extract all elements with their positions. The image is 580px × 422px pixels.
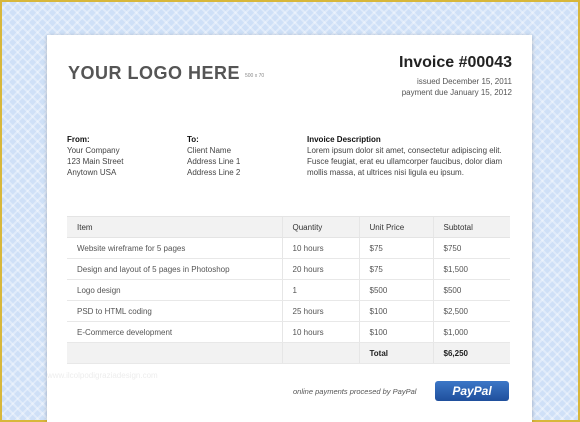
item-cell: Logo design [67,279,282,301]
unit-price-cell: $100 [358,300,433,322]
item-cell: E-Commerce development [67,321,282,343]
table-row: PSD to HTML coding 25 hours $100 $2,500 [67,300,510,322]
payment-note: online payments procesed by PayPal [293,387,417,396]
table-header-row: Item Quantity Unit Price Subtotal [67,216,510,238]
total-value: $6,250 [432,342,510,364]
invoice-sheet: YOUR LOGO HERE 500 x 70 Invoice #00043 i… [47,35,532,422]
total-spacer [67,342,282,364]
item-cell: Website wireframe for 5 pages [67,237,282,259]
subtotal-cell: $1,500 [432,258,510,280]
item-cell: Design and layout of 5 pages in Photosho… [67,258,282,280]
column-header-unit-price: Unit Price [358,216,433,238]
column-header-quantity: Quantity [281,216,359,238]
from-address: From: Your Company 123 Main Street Anyto… [67,134,123,178]
quantity-cell: 1 [281,279,359,301]
to-line: Address Line 2 [187,168,241,177]
invoice-description: Invoice Description Lorem ipsum dolor si… [307,134,512,178]
description-heading: Invoice Description [307,135,381,144]
total-row: Total $6,250 [67,342,510,364]
unit-price-cell: $75 [358,237,433,259]
table-row: Design and layout of 5 pages in Photosho… [67,258,510,280]
line-items-table: Item Quantity Unit Price Subtotal Websit… [67,216,510,364]
subtotal-cell: $750 [432,237,510,259]
logo-placeholder: YOUR LOGO HERE [68,63,241,83]
from-line: Your Company [67,146,120,155]
total-label: Total [358,342,433,364]
table-row: Logo design 1 $500 $500 [67,279,510,301]
to-heading: To: [187,135,199,144]
subtotal-cell: $2,500 [432,300,510,322]
description-text: Lorem ipsum dolor sit amet, consectetur … [307,146,503,177]
quantity-cell: 25 hours [281,300,359,322]
to-address: To: Client Name Address Line 1 Address L… [187,134,240,178]
from-line: 123 Main Street [67,157,124,166]
quantity-cell: 20 hours [281,258,359,280]
unit-price-cell: $100 [358,321,433,343]
subtotal-cell: $500 [432,279,510,301]
from-heading: From: [67,135,90,144]
column-header-item: Item [67,216,282,238]
invoice-title: Invoice #00043 [399,54,512,71]
quantity-cell: 10 hours [281,321,359,343]
to-line: Address Line 1 [187,157,241,166]
issued-date: issued December 15, 2011 [416,77,512,86]
logo-size-note: 500 x 70 [245,73,265,79]
quantity-cell: 10 hours [281,237,359,259]
item-cell: PSD to HTML coding [67,300,282,322]
column-header-subtotal: Subtotal [432,216,510,238]
table-row: Website wireframe for 5 pages 10 hours $… [67,237,510,259]
paypal-button[interactable]: PayPal [435,381,509,401]
table-row: E-Commerce development 10 hours $100 $1,… [67,321,510,343]
to-line: Client Name [187,146,232,155]
subtotal-cell: $1,000 [432,321,510,343]
unit-price-cell: $500 [358,279,433,301]
from-line: Anytown USA [67,168,117,177]
unit-price-cell: $75 [358,258,433,280]
total-spacer [281,342,359,364]
watermark-text: www.ilcolpodigraziadesign.com [47,371,158,380]
invoice-dates: issued December 15, 2011 payment due Jan… [402,76,512,98]
due-date: payment due January 15, 2012 [401,88,512,97]
